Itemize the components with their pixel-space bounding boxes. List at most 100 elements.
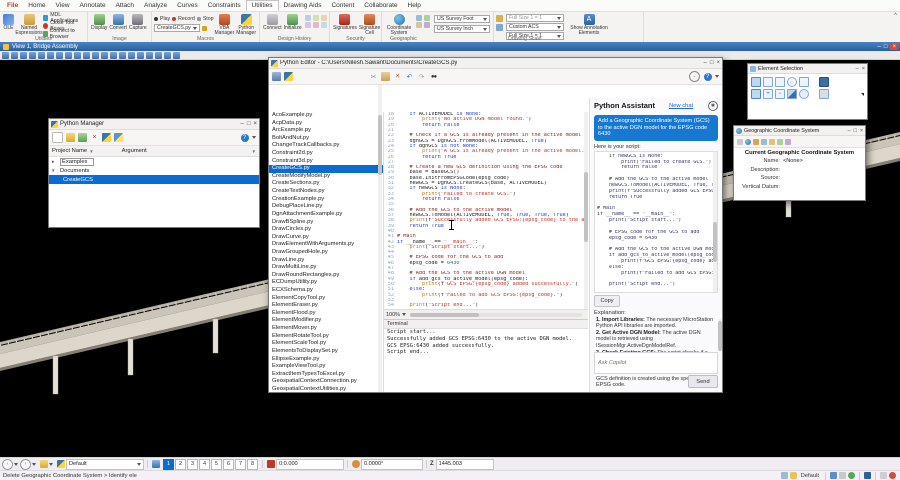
add-folder-icon[interactable] — [78, 133, 87, 142]
add-selection-icon[interactable]: + — [763, 89, 773, 99]
ribbon-tab-utilities[interactable]: Utilities — [246, 0, 279, 11]
select-block-icon[interactable] — [763, 77, 773, 87]
file-item[interactable]: ElementFlood.py — [269, 310, 383, 318]
view-toggle-2[interactable]: 2 — [175, 459, 186, 470]
view-toggle-3[interactable]: 3 — [187, 459, 198, 470]
view-attributes-icon[interactable] — [11, 52, 18, 59]
edit-macro-icon[interactable] — [202, 26, 207, 31]
view-toggle-6[interactable]: 6 — [223, 459, 234, 470]
file-item[interactable]: GeospatialContextUtilities.py — [269, 386, 383, 392]
export-gcs-icon[interactable] — [769, 139, 775, 145]
snap-mode-icon[interactable] — [781, 472, 788, 479]
subtract-selection-icon[interactable]: − — [775, 89, 785, 99]
help-icon[interactable]: ? — [703, 72, 712, 81]
python-manager-titlebar[interactable]: Python Manager – □ × — [49, 119, 259, 130]
tree-node-creategcs[interactable]: CreateGCS — [49, 175, 259, 184]
filter-icon[interactable]: ▼ — [89, 149, 93, 154]
gcs-from-file-icon[interactable] — [753, 139, 759, 145]
close-button[interactable]: × — [862, 66, 865, 72]
import-gcs-icon[interactable] — [416, 22, 422, 28]
filter-icon[interactable]: ▼ — [252, 149, 256, 154]
file-item[interactable]: CreateGCS.py — [269, 165, 383, 173]
help-icon[interactable]: ? — [240, 133, 249, 142]
export-gcs-icon[interactable] — [424, 15, 430, 21]
design-history-initialize-button[interactable]: Initialize — [284, 13, 302, 31]
code-scrollbar[interactable] — [584, 112, 588, 309]
locks-icon[interactable] — [790, 472, 797, 479]
file-item[interactable]: DrawMultiLine.py — [269, 264, 383, 272]
ribbon-tab-content[interactable]: Content — [326, 0, 359, 11]
alert-icon[interactable] — [889, 472, 896, 479]
file-item[interactable]: CreateSections.py — [269, 180, 383, 188]
annotation-scale-combo[interactable]: Full Size 1 = 1 — [506, 14, 564, 22]
coordinate-system-button[interactable]: Coordinate System — [385, 13, 413, 37]
view-titlebar[interactable]: View 1, Bridge Assembly – □ × — [0, 42, 900, 51]
copy-button[interactable]: Copy — [594, 295, 620, 307]
display-style-icon[interactable] — [2, 52, 9, 59]
dialog-toggle-icon[interactable] — [880, 472, 887, 479]
tag-revision-icon[interactable] — [321, 15, 327, 21]
gcs-from-placemark-icon[interactable] — [761, 139, 767, 145]
view-restore-button[interactable]: □ — [884, 44, 888, 50]
select-circle-icon[interactable] — [787, 77, 797, 87]
display-button[interactable]: Display — [91, 13, 107, 31]
flag-icon[interactable] — [864, 472, 871, 479]
cut-icon[interactable]: ✂ — [369, 72, 378, 81]
maximize-button[interactable]: □ — [854, 128, 857, 134]
navigation-icon[interactable] — [155, 52, 162, 59]
view-toggle-4[interactable]: 4 — [199, 459, 210, 470]
paste-icon[interactable] — [381, 72, 390, 81]
save-status-icon[interactable] — [830, 472, 837, 479]
zoom-in-icon[interactable] — [38, 52, 45, 59]
forward-icon[interactable]: › — [20, 459, 31, 470]
explanation-scrollbar[interactable] — [718, 319, 722, 348]
walk-icon[interactable] — [92, 52, 99, 59]
view-toggle-8[interactable]: 8 — [247, 459, 258, 470]
clear-selection-icon[interactable] — [799, 89, 809, 99]
delete-history-icon[interactable] — [321, 22, 327, 28]
gcs-dialog-titlebar[interactable]: Geographic Coordinate System – □ × — [734, 126, 865, 136]
play-macro-button[interactable]: Play — [160, 16, 170, 22]
file-item[interactable]: ArcExample.py — [269, 127, 383, 135]
model-combo[interactable]: Default — [66, 459, 144, 470]
delete-icon[interactable]: × — [393, 72, 402, 81]
run-python-icon[interactable] — [102, 133, 111, 142]
new-chat-link[interactable]: New chat — [669, 103, 693, 109]
expand-icon[interactable]: ▸ — [52, 159, 60, 165]
back-icon[interactable]: ‹ — [2, 459, 13, 470]
column-project-name[interactable]: Project Name — [49, 148, 87, 154]
select-element-icon[interactable] — [751, 77, 761, 87]
file-item[interactable]: Constraint2d.py — [269, 150, 383, 158]
z-field[interactable]: 1445.003 — [436, 459, 494, 470]
rotate-view-icon[interactable] — [74, 52, 81, 59]
maximize-button[interactable]: □ — [247, 121, 251, 127]
convert-button[interactable]: Convert — [109, 13, 127, 31]
file-item[interactable]: ElementRotateTool.py — [269, 333, 383, 341]
record-macro-button[interactable]: Record — [178, 16, 195, 22]
recent-files-caret-icon[interactable] — [49, 463, 53, 466]
clip-mask-icon[interactable] — [137, 52, 144, 59]
file-item[interactable]: AcpData.py — [269, 120, 383, 128]
file-item[interactable]: DrawRoundRectangles.py — [269, 272, 383, 280]
reproject-icon[interactable] — [416, 15, 422, 21]
ribbon-tab-drawing-aids[interactable]: Drawing Aids — [279, 0, 327, 11]
find-icon[interactable]: ●● — [429, 72, 438, 81]
close-button[interactable]: × — [253, 121, 257, 127]
file-item[interactable]: ECDumpUtility.py — [269, 279, 383, 287]
file-item[interactable]: ElementModifier.py — [269, 317, 383, 325]
ribbon-tab-annotate[interactable]: Annotate — [75, 0, 111, 11]
minimize-button[interactable]: – — [856, 66, 859, 72]
close-button[interactable]: × — [716, 60, 720, 66]
select-line-icon[interactable] — [799, 77, 809, 87]
ribbon-tab-collaborate[interactable]: Collaborate — [359, 0, 402, 11]
invert-selection-icon[interactable] — [787, 89, 797, 99]
column-argument[interactable]: Argument — [122, 148, 147, 154]
gear-icon[interactable]: ✱ — [708, 101, 718, 111]
file-item[interactable]: DgnAttachmentExample.py — [269, 211, 383, 219]
fit-view-icon[interactable] — [65, 52, 72, 59]
more-options-caret-icon[interactable] — [715, 75, 719, 78]
ribbon-tab-constraints[interactable]: Constraints — [203, 0, 246, 11]
view-previous-icon[interactable] — [101, 52, 108, 59]
file-item[interactable]: DrawBSpline.py — [269, 219, 383, 227]
saved-views-icon[interactable] — [146, 52, 153, 59]
